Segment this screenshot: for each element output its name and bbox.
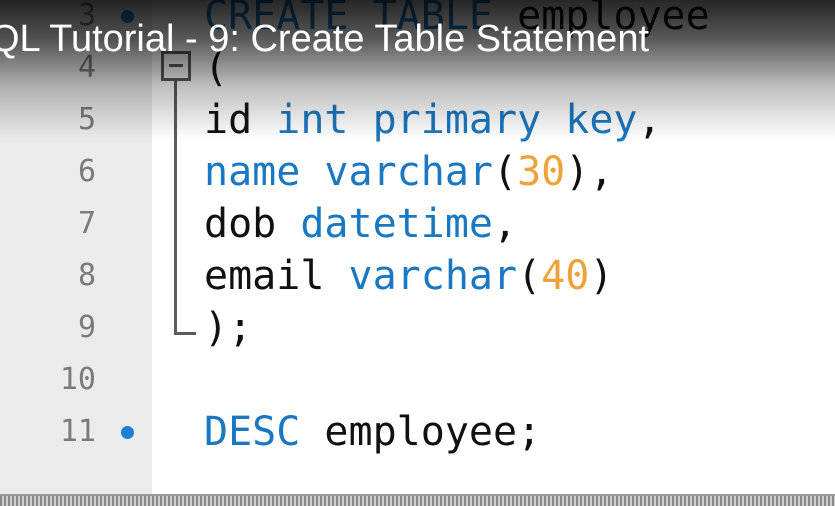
code-token-number: 40: [541, 253, 590, 299]
code-token-number: 30: [517, 149, 566, 195]
gutter-line[interactable]: 11: [0, 406, 152, 458]
code-token-plain: (: [517, 253, 542, 299]
line-number: 9: [77, 310, 96, 345]
video-progress-bar[interactable]: [0, 494, 835, 506]
code-token-plain: ): [589, 253, 614, 299]
code-token-plain: ),: [565, 149, 614, 195]
code-token-keyword: DESC: [204, 409, 301, 455]
line-number: 8: [77, 258, 96, 293]
code-line[interactable]: name varchar(30),: [204, 146, 613, 198]
gutter-line[interactable]: 9: [0, 302, 152, 354]
code-token-plain: (: [493, 149, 518, 195]
code-line[interactable]: dob datetime,: [204, 198, 517, 250]
code-line[interactable]: );: [204, 302, 252, 354]
line-number: 11: [59, 414, 96, 449]
code-token-plain: );: [204, 305, 253, 351]
line-number: 7: [77, 206, 96, 241]
code-token-keyword: name: [204, 149, 325, 195]
gutter-line[interactable]: 7: [0, 198, 152, 250]
code-token-keyword: datetime: [300, 201, 493, 247]
code-token-keyword: varchar: [348, 253, 518, 299]
video-title: QL Tutorial - 9: Create Table Statement: [0, 18, 650, 60]
gutter-line[interactable]: 6: [0, 146, 152, 198]
code-token-plain: employee;: [300, 409, 542, 455]
video-frame[interactable]: 34567891011 CREATE TABLE employee(id int…: [0, 0, 835, 506]
line-number: 10: [59, 362, 96, 397]
code-token-keyword: varchar: [324, 149, 493, 195]
breakpoint-dot-icon[interactable]: [121, 426, 134, 439]
fold-range-end: [174, 332, 196, 335]
gutter-line[interactable]: 8: [0, 250, 152, 302]
gutter-line[interactable]: 10: [0, 354, 152, 406]
code-token-plain: ,: [492, 201, 518, 247]
line-number: 6: [77, 154, 96, 189]
code-line[interactable]: DESC employee;: [204, 406, 541, 458]
code-token-plain: dob: [204, 201, 301, 247]
code-line[interactable]: email varchar(40): [204, 250, 613, 302]
code-token-plain: email: [204, 253, 349, 299]
